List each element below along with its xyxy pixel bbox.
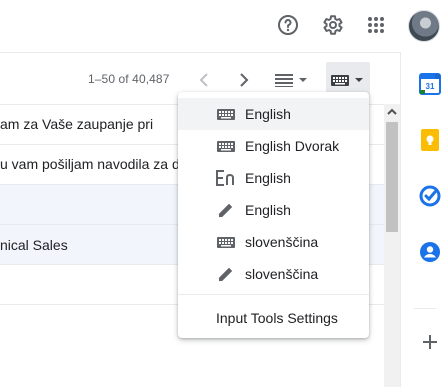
help-icon[interactable] [273, 10, 303, 40]
menu-item-english-transliteration[interactable]: English [178, 162, 369, 194]
input-tools-menu: English English Dvorak English English s… [178, 92, 369, 338]
list-item[interactable]: u vam pošiljam navodila za d [0, 156, 180, 172]
header-divider [0, 52, 400, 53]
menu-divider [178, 294, 369, 295]
transliteration-icon [216, 168, 236, 188]
split-pane-icon[interactable] [272, 68, 312, 92]
menu-item-english-handwriting[interactable]: English [178, 194, 369, 226]
top-bar [0, 0, 400, 52]
keep-icon[interactable] [418, 128, 442, 152]
keyboard-icon [216, 136, 236, 156]
list-item[interactable]: nical Sales [0, 237, 68, 253]
tasks-icon[interactable] [418, 184, 442, 208]
menu-item-label: English [245, 170, 291, 186]
input-tools-settings-link[interactable]: Input Tools Settings [216, 310, 338, 326]
user-avatar[interactable] [408, 10, 440, 42]
menu-item-label: English [245, 106, 291, 122]
menu-item-slovenscina-handwriting[interactable]: slovenščina [178, 258, 369, 290]
menu-item-label: slovenščina [245, 234, 319, 250]
pencil-icon [216, 264, 236, 284]
pencil-icon [216, 200, 236, 220]
pagination-text: 1–50 of 40,487 [88, 72, 170, 86]
menu-item-label: English Dvorak [245, 138, 340, 154]
scroll-up-arrow-icon[interactable] [384, 104, 400, 120]
chevron-right-icon[interactable] [234, 68, 254, 92]
settings-icon[interactable] [317, 10, 347, 40]
menu-item-english-dvorak[interactable]: English Dvorak [178, 130, 369, 162]
menu-item-english-keyboard[interactable]: English [178, 98, 369, 130]
keyboard-icon [216, 232, 236, 252]
add-icon[interactable] [418, 330, 442, 354]
menu-item-label: English [245, 202, 291, 218]
list-item[interactable]: am za Vaše zaupanje pri [0, 116, 153, 132]
chevron-left-icon[interactable] [194, 68, 214, 92]
calendar-icon[interactable]: 31 [418, 72, 442, 96]
menu-item-slovenscina-keyboard[interactable]: slovenščina [178, 226, 369, 258]
contacts-icon[interactable] [418, 240, 442, 264]
menu-item-label: slovenščina [245, 266, 319, 282]
calendar-day-label: 31 [426, 82, 435, 91]
keyboard-icon [216, 104, 236, 124]
scrollbar-thumb[interactable] [386, 122, 398, 232]
side-panel-divider [414, 308, 436, 309]
apps-icon[interactable] [361, 10, 391, 40]
